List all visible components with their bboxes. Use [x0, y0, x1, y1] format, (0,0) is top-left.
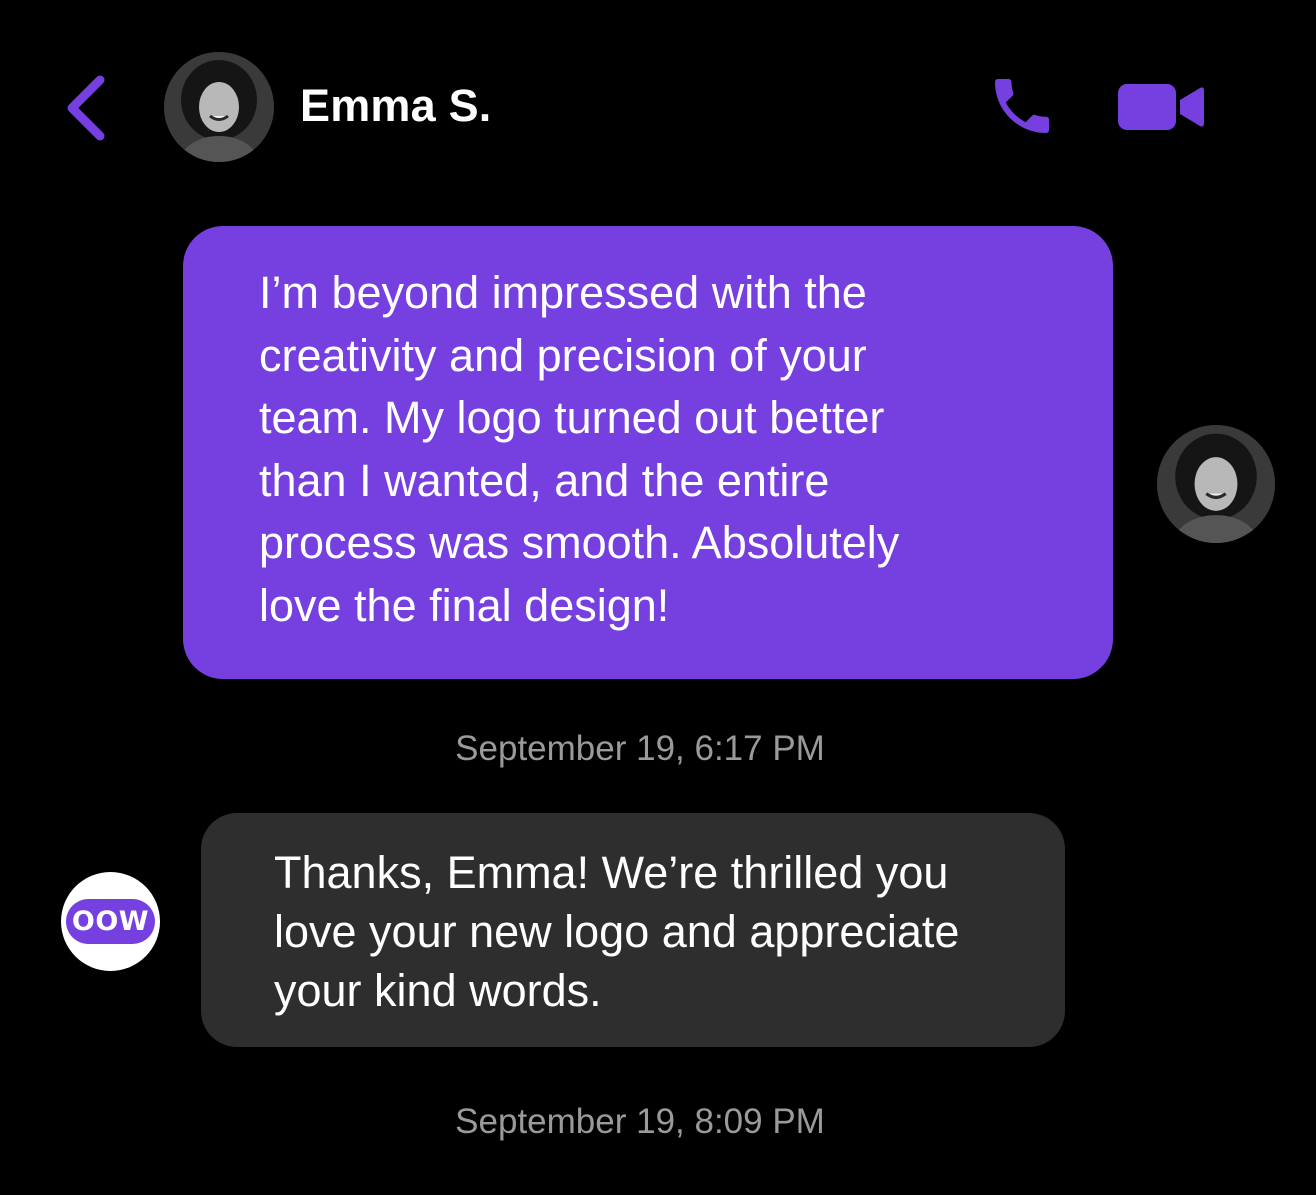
- chevron-left-icon: [67, 75, 105, 141]
- company-logo: OOW: [66, 899, 155, 944]
- incoming-message-bubble[interactable]: Thanks, Emma! We’re thrilled you love yo…: [201, 813, 1065, 1047]
- call-button[interactable]: [984, 70, 1060, 142]
- message-line: I’m beyond impressed with the: [259, 267, 867, 318]
- message-timestamp: September 19, 8:09 PM: [455, 1102, 825, 1141]
- sender-avatar: [1157, 425, 1275, 543]
- video-camera-icon: [1118, 84, 1204, 130]
- message-line: Thanks, Emma! We’re thrilled you: [274, 847, 949, 898]
- message-line: love the final design!: [259, 579, 670, 631]
- message-line: love your new logo and appreciate: [274, 906, 960, 957]
- outgoing-message-bubble[interactable]: I’m beyond impressed with the creativity…: [183, 226, 1113, 679]
- contact-avatar[interactable]: [164, 52, 274, 162]
- video-call-button[interactable]: [1118, 82, 1204, 132]
- company-logo-avatar: OOW: [61, 872, 160, 971]
- back-button[interactable]: [62, 72, 118, 144]
- message-timestamp: September 19, 6:17 PM: [455, 729, 825, 768]
- message-line: team. My logo turned out better: [259, 392, 885, 443]
- phone-icon: [995, 79, 1049, 133]
- contact-name[interactable]: Emma S.: [300, 80, 492, 132]
- message-line: process was smooth. Absolutely: [259, 517, 900, 568]
- message-line: creativity and precision of your: [259, 329, 867, 381]
- message-line: than I wanted, and the entire: [259, 454, 830, 506]
- message-line: your kind words.: [274, 965, 602, 1016]
